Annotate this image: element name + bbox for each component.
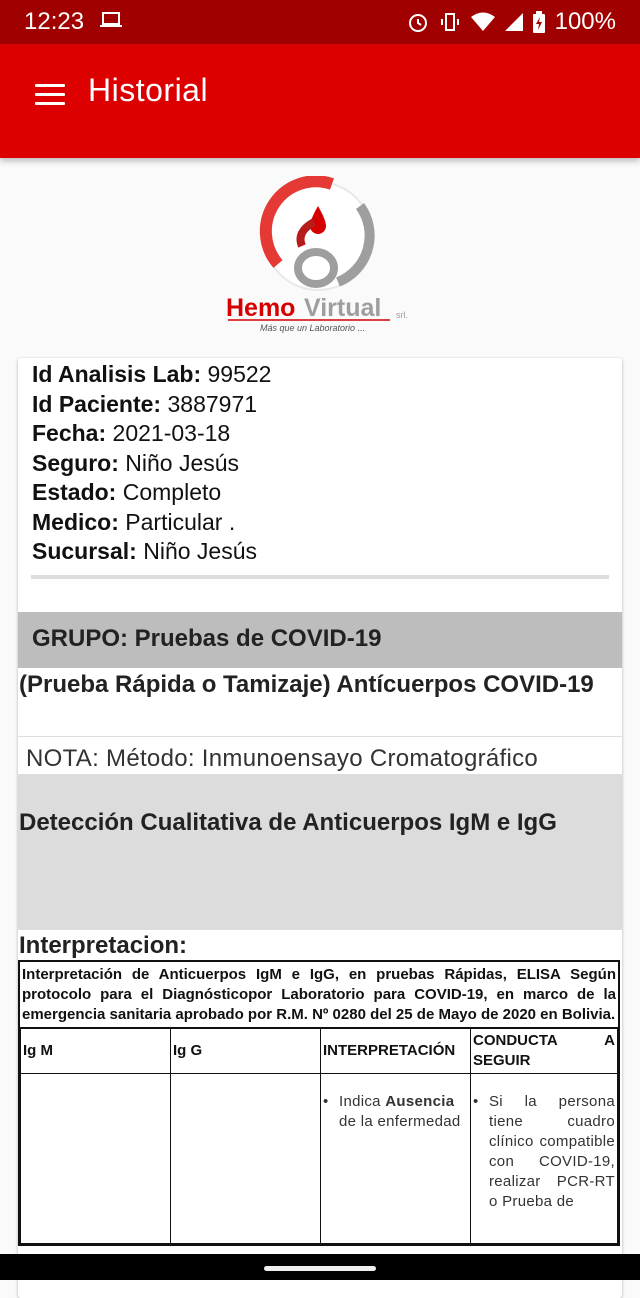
wifi-icon <box>470 12 495 31</box>
home-gesture-handle[interactable] <box>264 1266 376 1271</box>
table-row: • Indica Ausencia de la enfermedad • Si … <box>20 1073 618 1244</box>
svg-text:Virtual: Virtual <box>304 294 381 322</box>
analysis-info: Id Analisis Lab: 99522 Id Paciente: 3887… <box>18 358 622 567</box>
info-row: Seguro: Niño Jesús <box>32 449 240 476</box>
laptop-icon <box>100 12 122 27</box>
navigation-bar <box>0 1254 640 1280</box>
cell-igm <box>20 1073 171 1244</box>
app-bar: Historial <box>0 44 640 158</box>
cell-conducta: • Si la persona tiene cuadro clínico com… <box>470 1073 618 1244</box>
svg-text:Más que un Laboratorio ...: Más que un Laboratorio ... <box>260 323 365 333</box>
table-heading: Interpretación de Anticuerpos IgM e IgG,… <box>20 962 618 1028</box>
nota-text: NOTA: Método: Inmunoensayo Cromatográfic… <box>26 745 539 772</box>
vibrate-icon <box>440 13 459 31</box>
status-time: 12:23 <box>24 8 85 35</box>
col-igm: Ig M <box>20 1028 171 1074</box>
info-row: Fecha: 2021-03-18 <box>32 420 231 446</box>
svg-text:Hemo: Hemo <box>226 294 295 322</box>
interpretation-table: Interpretación de Anticuerpos IgM e IgG,… <box>18 960 620 1246</box>
svg-text:srl.: srl. <box>396 310 408 320</box>
nota-row: NOTA: Método: Inmunoensayo Cromatográfic… <box>18 736 622 774</box>
page-title: Historial <box>88 72 209 108</box>
analysis-card: Id Analisis Lab: 99522 Id Paciente: 3887… <box>18 358 622 1298</box>
table-header-row: Ig M Ig G INTERPRETACIÓN CONDUCTA A SEGU… <box>20 1028 618 1074</box>
signal-icon <box>504 13 523 31</box>
divider <box>31 574 609 579</box>
info-row: Medico: Particular . <box>32 508 236 535</box>
status-icons: 100% <box>407 8 616 36</box>
col-interpretacion: INTERPRETACIÓN <box>320 1028 471 1074</box>
test-name: (Prueba Rápida o Tamizaje) Antícuerpos C… <box>19 671 594 698</box>
info-row: Id Analisis Lab: 99522 <box>32 361 272 387</box>
detection-title: Detección Cualitativa de Anticuerpos IgM… <box>18 774 622 930</box>
info-row: Id Paciente: 3887971 <box>32 390 258 417</box>
cell-igg <box>170 1073 321 1244</box>
group-header: GRUPO: Pruebas de COVID-19 <box>18 612 622 668</box>
info-row: Sucursal: Niño Jesús <box>32 538 257 564</box>
interpretation-title: Interpretacion: <box>19 932 188 959</box>
hemovirtual-logo: Hemo Virtual srl. Más que un Laboratorio… <box>220 175 420 336</box>
menu-icon[interactable] <box>35 84 65 106</box>
alarm-icon <box>408 14 427 32</box>
col-conducta: CONDUCTA A SEGUIR <box>470 1028 618 1074</box>
status-bar: 12:23 100% <box>0 0 640 44</box>
cell-interpretacion: • Indica Ausencia de la enfermedad <box>320 1073 471 1244</box>
battery-icon <box>532 11 545 33</box>
info-row: Estado: Completo <box>32 479 222 505</box>
battery-level: 100% <box>554 8 616 35</box>
col-igg: Ig G <box>170 1028 321 1074</box>
